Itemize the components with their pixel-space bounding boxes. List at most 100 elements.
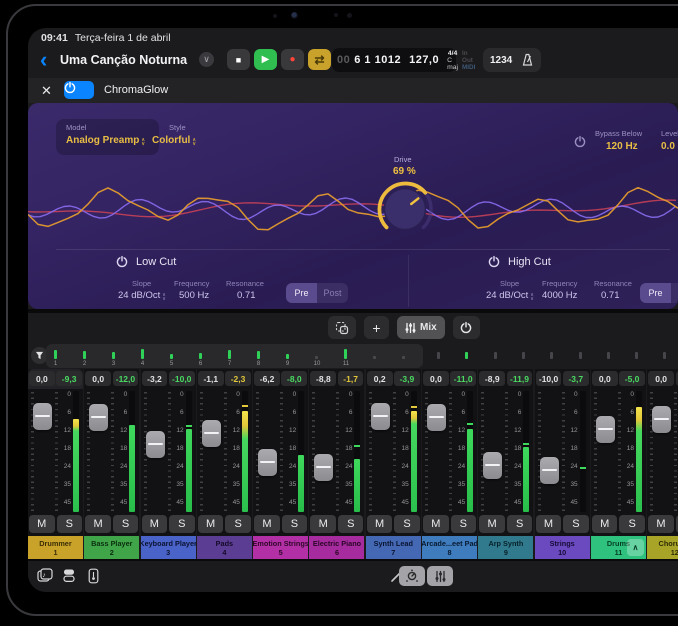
- mute-button[interactable]: M: [254, 515, 280, 533]
- solo-button[interactable]: S: [507, 515, 533, 533]
- mixer-view-button[interactable]: [427, 566, 453, 586]
- volume-readout[interactable]: 0,0: [29, 371, 55, 386]
- high-cut-power-icon[interactable]: [488, 255, 500, 268]
- fader-handle[interactable]: [33, 403, 52, 430]
- mute-button[interactable]: M: [85, 515, 111, 533]
- volume-readout[interactable]: 0,2: [367, 371, 393, 386]
- select-copy-button[interactable]: [328, 316, 356, 339]
- volume-readout[interactable]: 0,0: [85, 371, 111, 386]
- slope-value[interactable]: 24 dB/Oct∧∨: [486, 290, 534, 301]
- peak-readout[interactable]: -3,9: [394, 371, 420, 386]
- count-in-button[interactable]: 1234: [490, 55, 512, 66]
- mute-button[interactable]: M: [648, 515, 674, 533]
- solo-button[interactable]: S: [57, 515, 83, 533]
- solo-button[interactable]: S: [451, 515, 477, 533]
- resonance-value[interactable]: 0.71: [601, 290, 620, 301]
- mixer-overview-window[interactable]: 1234567891011: [46, 344, 423, 368]
- chevron-down-icon[interactable]: ∨: [199, 52, 214, 67]
- mute-button[interactable]: M: [198, 515, 224, 533]
- peak-readout[interactable]: -11,9: [507, 371, 533, 386]
- peak-readout[interactable]: -10,0: [169, 371, 195, 386]
- back-icon[interactable]: ‹: [40, 47, 47, 73]
- track-name-plate[interactable]: Arcade...eet Pad8: [422, 536, 477, 559]
- post-button[interactable]: Post: [671, 283, 678, 303]
- mix-toggle-button[interactable]: Mix: [397, 316, 445, 339]
- plugins-icon[interactable]: [62, 568, 76, 583]
- fader-handle[interactable]: [202, 420, 221, 447]
- peak-readout[interactable]: -9,3: [56, 371, 82, 386]
- volume-readout[interactable]: 0,0: [592, 371, 618, 386]
- fader-handle[interactable]: [258, 449, 277, 476]
- record-button[interactable]: ●: [281, 49, 304, 70]
- track-name-plate[interactable]: Emotion Strings5: [253, 536, 308, 559]
- solo-button[interactable]: S: [394, 515, 420, 533]
- mute-button[interactable]: M: [310, 515, 336, 533]
- volume-readout[interactable]: 0,0: [648, 371, 674, 386]
- play-button[interactable]: ▶: [254, 49, 277, 70]
- solo-button[interactable]: S: [338, 515, 364, 533]
- peak-readout[interactable]: -5,0: [619, 371, 645, 386]
- track-name-plate[interactable]: Chorus V12: [647, 536, 678, 559]
- volume-readout[interactable]: -8,9: [479, 371, 505, 386]
- volume-readout[interactable]: -10,0: [536, 371, 562, 386]
- lcd-display[interactable]: 00 6 1 1012 127,0 4/4 C maj In Out MIDI: [332, 48, 456, 72]
- collapse-chevron-icon[interactable]: ∧: [627, 539, 644, 556]
- fader-handle[interactable]: [596, 416, 615, 443]
- peak-readout[interactable]: -8,0: [281, 371, 307, 386]
- solo-button[interactable]: S: [113, 515, 139, 533]
- volume-readout[interactable]: -1,1: [198, 371, 224, 386]
- mute-button[interactable]: M: [536, 515, 562, 533]
- solo-button[interactable]: S: [282, 515, 308, 533]
- mixer-power-button[interactable]: [453, 316, 480, 339]
- bypass-power-icon[interactable]: [574, 135, 586, 148]
- mute-button[interactable]: M: [592, 515, 618, 533]
- fader-handle[interactable]: [540, 457, 559, 484]
- fader-handle[interactable]: [652, 406, 671, 433]
- stop-button[interactable]: ■: [227, 49, 250, 70]
- plugin-power-button[interactable]: [64, 81, 94, 99]
- frequency-value[interactable]: 4000 Hz: [542, 290, 577, 301]
- fader-handle[interactable]: [427, 404, 446, 431]
- track-name-plate[interactable]: Electric Piano6: [309, 536, 364, 559]
- resonance-value[interactable]: 0.71: [237, 290, 256, 301]
- fader-handle[interactable]: [146, 431, 165, 458]
- peak-readout[interactable]: -2,3: [225, 371, 251, 386]
- volume-readout[interactable]: -6,2: [254, 371, 280, 386]
- volume-readout[interactable]: -8,8: [310, 371, 336, 386]
- track-name-plate[interactable]: Keyboard Player3: [141, 536, 196, 559]
- track-name-plate[interactable]: Synth Lead7: [366, 536, 421, 559]
- model-selector[interactable]: Model Analog Preamp∧∨: [56, 119, 159, 155]
- pre-button[interactable]: Pre: [286, 283, 317, 303]
- add-track-button[interactable]: +: [364, 316, 389, 339]
- pre-button[interactable]: Pre: [640, 283, 671, 303]
- peak-readout[interactable]: -1,7: [338, 371, 364, 386]
- track-name-plate[interactable]: Pads4: [197, 536, 252, 559]
- volume-readout[interactable]: -3,2: [142, 371, 168, 386]
- mute-button[interactable]: M: [423, 515, 449, 533]
- fader-handle[interactable]: [483, 452, 502, 479]
- cycle-button[interactable]: ⇄: [308, 49, 331, 70]
- browser-icon[interactable]: ♪: [37, 568, 53, 583]
- mute-button[interactable]: M: [367, 515, 393, 533]
- track-name-plate[interactable]: Drums11∧: [591, 536, 646, 559]
- volume-readout[interactable]: 0,0: [423, 371, 449, 386]
- mute-button[interactable]: M: [142, 515, 168, 533]
- peak-readout[interactable]: -11,0: [450, 371, 476, 386]
- drive-knob[interactable]: [373, 177, 437, 241]
- peak-readout[interactable]: -12,0: [113, 371, 139, 386]
- solo-button[interactable]: S: [563, 515, 589, 533]
- fader-handle[interactable]: [89, 404, 108, 431]
- mute-button[interactable]: M: [479, 515, 505, 533]
- peak-readout[interactable]: -3,7: [563, 371, 589, 386]
- low-cut-power-icon[interactable]: [116, 255, 128, 268]
- mute-button[interactable]: M: [29, 515, 55, 533]
- slope-value[interactable]: 24 dB/Oct∧∨: [118, 290, 166, 301]
- fader-handle[interactable]: [371, 403, 390, 430]
- solo-button[interactable]: S: [619, 515, 645, 533]
- fader-handle[interactable]: [314, 454, 333, 481]
- close-icon[interactable]: ✕: [41, 83, 52, 99]
- track-name-plate[interactable]: Strings10: [535, 536, 590, 559]
- project-title[interactable]: Uma Canção Noturna: [60, 53, 187, 67]
- metronome-icon[interactable]: [521, 53, 534, 67]
- frequency-value[interactable]: 500 Hz: [179, 290, 209, 301]
